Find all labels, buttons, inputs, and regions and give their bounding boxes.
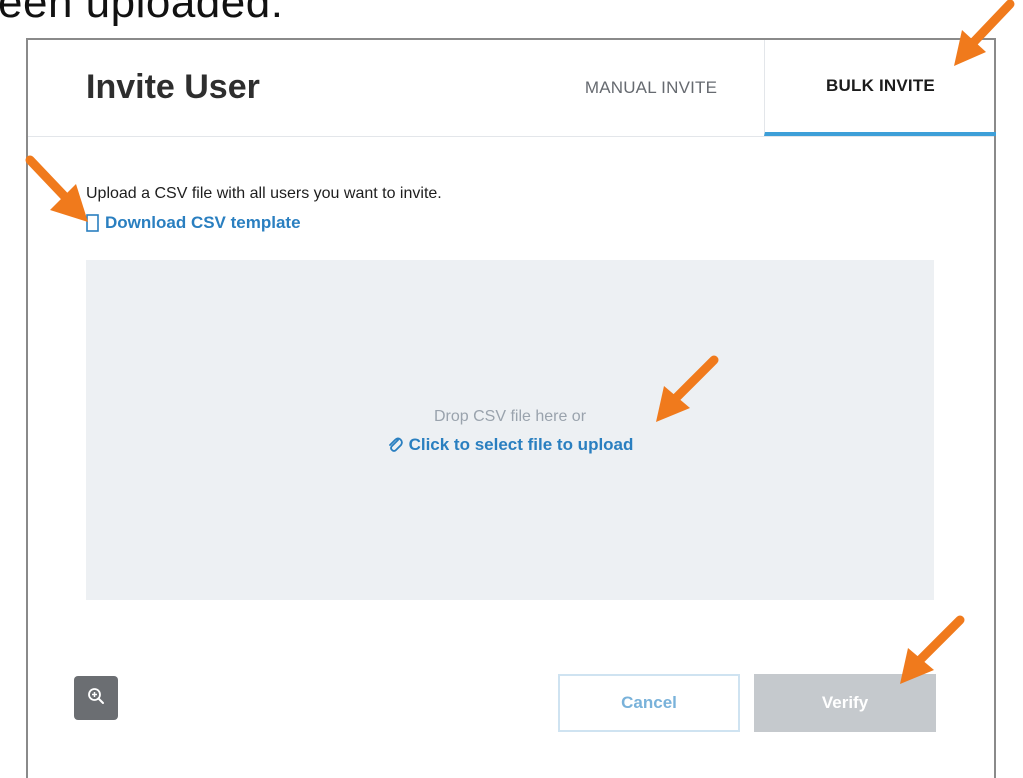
upload-instructions: Upload a CSV file with all users you wan… [86,185,442,202]
select-file-label: Click to select file to upload [408,435,634,454]
arrow-annotation-icon [954,0,1015,66]
download-csv-template-link[interactable]: Download CSV template [86,213,301,233]
zoom-in-button[interactable] [74,676,118,720]
arrow-annotation-icon [25,155,88,222]
paperclip-icon [387,436,403,454]
dialog-title: Invite User [86,68,260,106]
arrow-annotation-icon [656,355,719,422]
arrow-annotation-icon [900,615,965,684]
select-file-link[interactable]: Click to select file to upload [86,435,934,455]
dialog-header: Invite User MANUAL INVITE BULK INVITE [28,40,996,137]
zoom-in-icon [86,686,106,711]
slide-caption: een uploaded: [0,0,284,27]
dropzone-hint: Drop CSV file here or [433,408,587,425]
csv-dropzone[interactable]: Drop CSV file here or Click to select fi… [86,260,934,600]
tab-manual-invite[interactable]: MANUAL INVITE [538,40,764,136]
cancel-button[interactable]: Cancel [558,674,740,732]
invite-user-dialog: Invite User MANUAL INVITE BULK INVITE Up… [26,38,996,778]
download-csv-template-label: Download CSV template [105,213,301,232]
